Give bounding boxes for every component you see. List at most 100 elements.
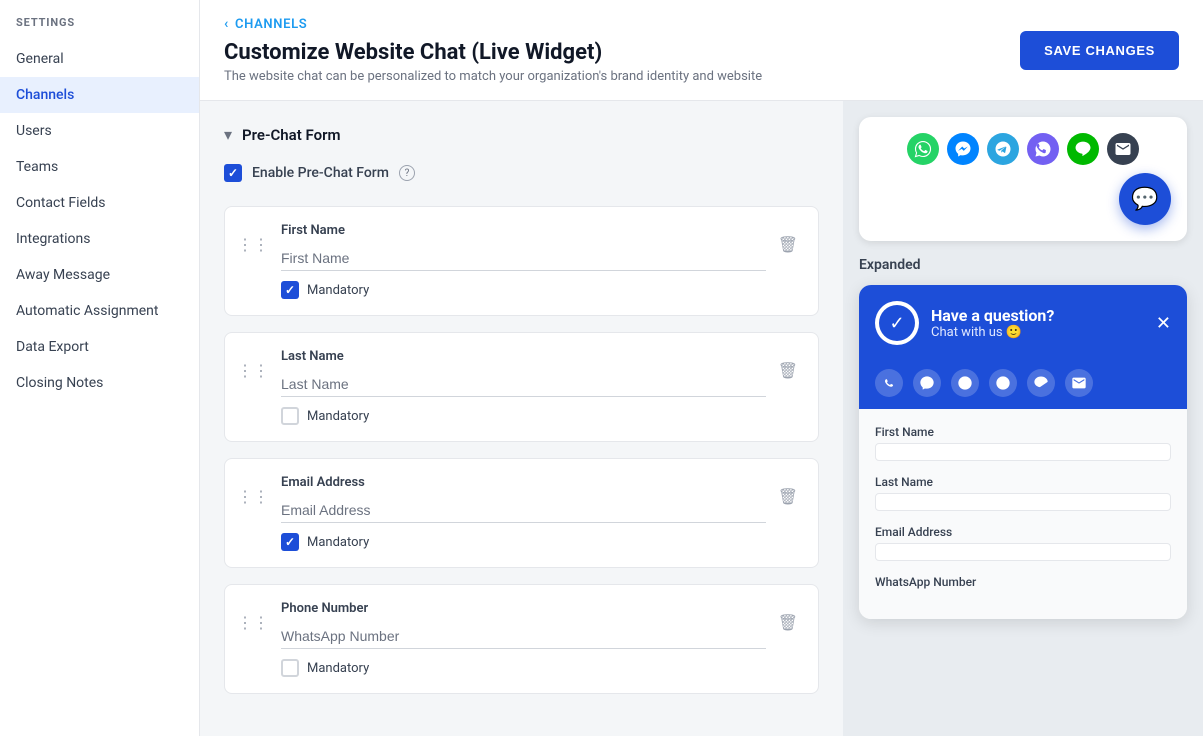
expanded-label: Expanded [859, 257, 1187, 273]
save-button[interactable]: SAVE CHANGES [1020, 31, 1179, 70]
mandatory-row-firstname: Mandatory [281, 281, 766, 299]
field-label-lastname: Last Name [281, 349, 766, 364]
telegram-icon [987, 133, 1019, 165]
section-title: Pre-Chat Form [242, 126, 340, 144]
widget-form-field-lastname: Last Name [875, 475, 1171, 511]
delete-btn-firstname[interactable]: 🗑 [774, 231, 802, 259]
header-left: ‹ CHANNELS Customize Website Chat (Live … [224, 16, 762, 84]
field-label-firstname: First Name [281, 223, 766, 238]
widget-form: First Name Last Name Email Address Whats… [859, 409, 1187, 619]
widget-header: ✓ Have a question? Chat with us 🙂 ✕ [859, 285, 1187, 361]
widget-form-label-lastname: Last Name [875, 475, 1171, 489]
delete-btn-lastname[interactable]: 🗑 [774, 357, 802, 385]
drag-handle-firstname[interactable]: ⋮⋮ [233, 235, 273, 254]
sidebar-item-data-export[interactable]: Data Export [0, 329, 199, 365]
field-input-phone[interactable] [281, 624, 766, 649]
whatsapp-icon [907, 133, 939, 165]
mandatory-checkbox-email[interactable] [281, 533, 299, 551]
back-icon: ‹ [224, 16, 229, 32]
mandatory-label-phone: Mandatory [307, 661, 369, 676]
avatar-checkmark: ✓ [879, 305, 915, 341]
enable-label: Enable Pre-Chat Form [252, 165, 389, 181]
widget-email-icon[interactable] [1065, 369, 1093, 397]
page-title: Customize Website Chat (Live Widget) [224, 40, 762, 65]
field-label-email: Email Address [281, 475, 766, 490]
field-input-firstname[interactable] [281, 246, 766, 271]
line-icon [1067, 133, 1099, 165]
widget-form-field-phone: WhatsApp Number [875, 575, 1171, 589]
email-icon-collapsed [1107, 133, 1139, 165]
widget-line-icon[interactable] [1027, 369, 1055, 397]
mandatory-checkbox-lastname[interactable] [281, 407, 299, 425]
messenger-icon [947, 133, 979, 165]
widget-messenger-icon[interactable] [913, 369, 941, 397]
widget-collapsed-preview: 💬 [859, 117, 1187, 241]
widget-form-label-firstname: First Name [875, 425, 1171, 439]
field-content-lastname: Last Name Mandatory [281, 349, 766, 425]
field-card-lastname: ⋮⋮ Last Name Mandatory 🗑 [224, 332, 819, 442]
section-header[interactable]: ▾ Pre-Chat Form [224, 125, 819, 144]
sidebar-item-teams[interactable]: Teams [0, 149, 199, 185]
widget-subtitle: Chat with us 🙂 [931, 325, 1144, 340]
drag-handle-email[interactable]: ⋮⋮ [233, 487, 273, 506]
widget-form-input-email[interactable] [875, 543, 1171, 561]
widget-viber-icon[interactable] [989, 369, 1017, 397]
field-card-phone: ⋮⋮ Phone Number Mandatory 🗑 [224, 584, 819, 694]
widget-title: Have a question? [931, 306, 1144, 325]
chat-bubble-icon: 💬 [1131, 187, 1158, 212]
widget-header-text: Have a question? Chat with us 🙂 [931, 306, 1144, 340]
viber-icon [1027, 133, 1059, 165]
mandatory-checkbox-firstname[interactable] [281, 281, 299, 299]
drag-handle-phone[interactable]: ⋮⋮ [233, 613, 273, 632]
mandatory-row-email: Mandatory [281, 533, 766, 551]
mandatory-label-email: Mandatory [307, 535, 369, 550]
content-area: ▾ Pre-Chat Form Enable Pre-Chat Form ? ⋮… [200, 101, 1203, 736]
widget-form-field-email: Email Address [875, 525, 1171, 561]
mandatory-checkbox-phone[interactable] [281, 659, 299, 677]
widget-form-label-phone: WhatsApp Number [875, 575, 1171, 589]
preview-panel: 💬 Expanded ✓ Have a question? Chat with … [843, 101, 1203, 736]
sidebar-item-general[interactable]: General [0, 41, 199, 77]
widget-telegram-icon[interactable] [951, 369, 979, 397]
channel-icons-row [875, 133, 1171, 165]
delete-btn-email[interactable]: 🗑 [774, 483, 802, 511]
sidebar-item-closing-notes[interactable]: Closing Notes [0, 365, 199, 401]
page-subtitle: The website chat can be personalized to … [224, 69, 762, 84]
sidebar-item-away-message[interactable]: Away Message [0, 257, 199, 293]
main-content: ‹ CHANNELS Customize Website Chat (Live … [200, 0, 1203, 736]
field-input-lastname[interactable] [281, 372, 766, 397]
sidebar: SETTINGS General Channels Users Teams Co… [0, 0, 200, 736]
widget-form-input-firstname[interactable] [875, 443, 1171, 461]
widget-form-label-email: Email Address [875, 525, 1171, 539]
sidebar-item-integrations[interactable]: Integrations [0, 221, 199, 257]
breadcrumb-label: CHANNELS [235, 17, 307, 32]
help-icon[interactable]: ? [399, 165, 415, 181]
field-content-email: Email Address Mandatory [281, 475, 766, 551]
field-card-firstname: ⋮⋮ First Name Mandatory 🗑 [224, 206, 819, 316]
mandatory-row-lastname: Mandatory [281, 407, 766, 425]
enable-prechat-checkbox[interactable] [224, 164, 242, 182]
widget-expanded-preview: ✓ Have a question? Chat with us 🙂 ✕ [859, 285, 1187, 619]
widget-close-icon[interactable]: ✕ [1156, 313, 1171, 334]
drag-handle-lastname[interactable]: ⋮⋮ [233, 361, 273, 380]
sidebar-item-users[interactable]: Users [0, 113, 199, 149]
field-label-phone: Phone Number [281, 601, 766, 616]
sidebar-item-channels[interactable]: Channels [0, 77, 199, 113]
field-input-email[interactable] [281, 498, 766, 523]
widget-form-field-firstname: First Name [875, 425, 1171, 461]
widget-channel-list [859, 361, 1187, 409]
form-panel: ▾ Pre-Chat Form Enable Pre-Chat Form ? ⋮… [200, 101, 843, 736]
widget-form-input-lastname[interactable] [875, 493, 1171, 511]
sidebar-item-contact-fields[interactable]: Contact Fields [0, 185, 199, 221]
chat-bubble-button[interactable]: 💬 [1119, 173, 1171, 225]
mandatory-row-phone: Mandatory [281, 659, 766, 677]
delete-btn-phone[interactable]: 🗑 [774, 609, 802, 637]
widget-whatsapp-icon[interactable] [875, 369, 903, 397]
sidebar-title: SETTINGS [0, 16, 199, 41]
breadcrumb[interactable]: ‹ CHANNELS [224, 16, 762, 32]
mandatory-label-firstname: Mandatory [307, 283, 369, 298]
field-content-firstname: First Name Mandatory [281, 223, 766, 299]
widget-avatar: ✓ [875, 301, 919, 345]
field-card-email: ⋮⋮ Email Address Mandatory 🗑 [224, 458, 819, 568]
sidebar-item-automatic-assignment[interactable]: Automatic Assignment [0, 293, 199, 329]
